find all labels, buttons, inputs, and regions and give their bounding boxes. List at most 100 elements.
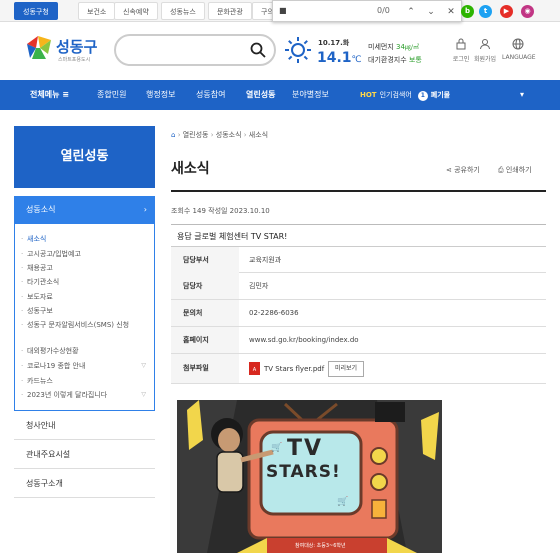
page-title: 새소식 [171, 161, 210, 177]
sidebar-item-awards[interactable]: 대외평가수상현황 [21, 346, 78, 356]
tab-culture-tour[interactable]: 문화관광 [208, 2, 252, 20]
weather-date: 10.17.화 [318, 39, 350, 47]
sunny-icon [285, 37, 311, 63]
print-icon: ⎙ [498, 166, 504, 174]
share-icon: ⋖ [446, 166, 452, 174]
tab-seongdong-office[interactable]: 성동구청 [14, 2, 58, 20]
air-quality-info: 대기환경지수 보통 [368, 56, 422, 64]
popular-keywords[interactable]: HOT 인기검색어 1 폐기물 [360, 80, 450, 110]
poster-footer: 참여대상: 초등3~6학년 [295, 543, 346, 549]
sidebar-link-about[interactable]: 성동구소개 [14, 469, 155, 498]
post-info-table: 담당부서 교육지원과 담당자 김민자 문의처 02-2286-6036 홈페이지… [171, 246, 546, 384]
info-label: 홈페이지 [171, 327, 239, 353]
info-row-attachment: 첨부파일 A TV Stars flyer.pdf 미리보기 [171, 354, 546, 384]
svg-text:🛒: 🛒 [271, 441, 282, 453]
attachment-link[interactable]: TV Stars flyer.pdf [264, 354, 324, 384]
instagram-icon[interactable]: ◉ [521, 5, 534, 18]
sidebar-item-new-news[interactable]: 새소식 [21, 234, 46, 244]
search-input[interactable] [114, 34, 276, 66]
info-row-homepage: 홈페이지 www.sd.go.kr/booking/index.do [171, 327, 546, 354]
sidebar-link-facilities[interactable]: 관내주요시설 [14, 440, 155, 469]
sidebar-item-other-orgs[interactable]: 타기관소식 [21, 277, 59, 287]
info-row-person: 담당자 김민자 [171, 273, 546, 300]
poster-line1: TV [287, 436, 324, 461]
find-count: 0/0 [377, 6, 390, 15]
info-value: 김민자 [249, 282, 269, 290]
home-icon[interactable]: ⌂ [171, 131, 175, 139]
all-menu-button[interactable]: 전체메뉴 ≡ [30, 80, 69, 110]
nav-item-civil[interactable]: 종합민원 [97, 80, 126, 110]
info-value: 02-2286-6036 [249, 309, 299, 317]
sidebar-item-card-news[interactable]: 카드뉴스 [21, 376, 53, 386]
chevron-right-icon: › [143, 205, 147, 214]
chevron-down-icon[interactable]: ▽ [141, 391, 146, 398]
nav-item-fields[interactable]: 분야별정보 [292, 80, 329, 110]
blog-icon[interactable]: b [461, 5, 474, 18]
youtube-icon[interactable]: ▶ [500, 5, 513, 18]
find-prev-icon[interactable]: ⌃ [403, 4, 419, 20]
user-icon [480, 39, 490, 50]
language-button[interactable]: LANGUAGE [502, 38, 536, 61]
preview-button[interactable]: 미리보기 [328, 361, 365, 377]
info-label: 담당자 [171, 273, 239, 299]
title-divider [171, 190, 546, 192]
tab-health-center[interactable]: 보건소 [78, 2, 116, 20]
sidebar-item-notices[interactable]: 고시공고/입법예고 [21, 249, 81, 259]
meta-divider [171, 224, 546, 225]
info-label: 담당부서 [171, 247, 239, 273]
find-input[interactable]: ■ [279, 6, 287, 15]
tab-seongdong-news[interactable]: 성동뉴스 [161, 2, 205, 20]
sidebar-item-gazette[interactable]: 성동구보 [21, 306, 53, 316]
sidebar-item-changes-2023[interactable]: 2023년 이렇게 달라집니다 [21, 390, 107, 400]
info-row-dept: 담당부서 교육지원과 [171, 246, 546, 273]
sidebar-item-covid[interactable]: 코로나19 종합 안내 [21, 361, 85, 371]
sidebar-link-building[interactable]: 청사안내 [14, 411, 155, 440]
info-label: 문의처 [171, 300, 239, 326]
share-button[interactable]: ⋖ 공유하기 [446, 165, 480, 175]
chevron-down-icon[interactable]: ▽ [141, 362, 146, 369]
sidebar-item-sms[interactable]: 성동구 문자알림서비스(SMS) 신청 [21, 320, 139, 330]
site-logo[interactable]: 성동구 스마트포용도시 [24, 30, 112, 70]
post-title: 용답 글로벌 체험센터 TV STAR! [177, 232, 288, 241]
tab-quick-reservation[interactable]: 신속예약 [114, 2, 158, 20]
sidebar-heading: 열린성동 [14, 126, 155, 188]
homepage-link[interactable]: www.sd.go.kr/booking/index.do [249, 327, 359, 353]
svg-text:🛒: 🛒 [337, 495, 348, 507]
search-icon[interactable] [250, 42, 266, 58]
nav-item-admin[interactable]: 행정정보 [146, 80, 175, 110]
poster-image: 🛒 🛒 TV STARS! 참여대상: 초등3~6학년 [177, 400, 442, 553]
fine-dust-info: 미세먼지 34㎍/㎥ [368, 43, 419, 51]
logo-title: 성동구 [56, 38, 98, 56]
twitter-icon[interactable]: t [479, 5, 492, 18]
popular-keywords-dropdown-icon[interactable]: ▾ [520, 80, 524, 110]
sidebar-item-press[interactable]: 보도자료 [21, 292, 53, 302]
lock-icon [456, 38, 466, 50]
breadcrumb-item[interactable]: 열린성동 [183, 131, 209, 139]
weather-temp: 14.1℃ [317, 50, 362, 66]
info-label: 첨부파일 [171, 354, 239, 383]
main-nav: 전체메뉴 ≡ 종합민원 행정정보 성동참여 열린성동 분야별정보 HOT 인기검색… [0, 80, 560, 110]
info-value: 교육지원과 [249, 256, 282, 264]
globe-icon [512, 38, 524, 50]
sidebar-submenu: 새소식 고시공고/입법예고 채용공고 타기관소식 보도자료 성동구보 성동구 문… [14, 224, 155, 411]
pdf-icon: A [249, 362, 260, 375]
find-close-icon[interactable]: ✕ [443, 4, 459, 20]
breadcrumb: ⌂ › 열린성동 › 성동소식 › 새소식 [171, 131, 269, 139]
svg-text:A: A [253, 367, 257, 373]
logo-mark-icon [27, 36, 51, 59]
nav-item-open-seongdong[interactable]: 열린성동 [246, 80, 275, 110]
breadcrumb-item: 새소식 [248, 131, 269, 139]
top-site-bar: 성동구청 보건소 신속예약 성동뉴스 문화관광 구의 ■ 0/0 ⌃ ⌄ ✕ b… [0, 0, 560, 22]
poster-line2: STARS! [266, 462, 341, 482]
print-button[interactable]: ⎙ 인쇄하기 [498, 165, 532, 175]
sidebar-item-recruit[interactable]: 채용공고 [21, 263, 53, 273]
logo-subtitle: 스마트포용도시 [58, 57, 91, 63]
signup-button[interactable]: 회원가입 [469, 38, 501, 63]
sidebar-section-news[interactable]: 성동소식 › [14, 196, 155, 224]
find-in-page-bar: ■ 0/0 ⌃ ⌄ ✕ [272, 0, 462, 22]
breadcrumb-item[interactable]: 성동소식 [216, 131, 242, 139]
post-meta: 조회수 149 작성일 2023.10.10 [171, 207, 270, 215]
find-next-icon[interactable]: ⌄ [423, 4, 439, 20]
info-row-phone: 문의처 02-2286-6036 [171, 300, 546, 327]
nav-item-participation[interactable]: 성동참여 [196, 80, 225, 110]
